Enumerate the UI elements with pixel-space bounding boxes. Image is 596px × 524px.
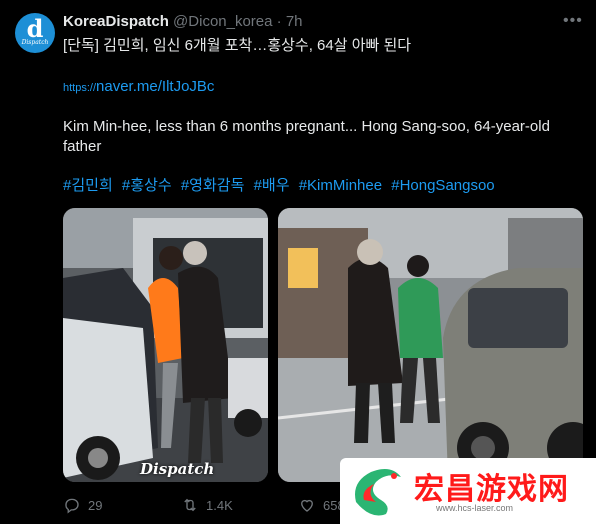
avatar[interactable]: d Dispatch: [15, 13, 55, 53]
link-prefix[interactable]: https://: [63, 82, 96, 94]
headline: [단독] 김민희, 임신 6개월 포착…홍상수, 64살 아빠 된다: [63, 37, 412, 54]
retweet-icon: [184, 498, 196, 512]
retweet-count: 1.4K: [206, 497, 233, 513]
reply-count: 29: [88, 497, 103, 513]
separator-dot: ·: [276, 13, 282, 30]
hashtag[interactable]: #HongSangsoo: [391, 177, 494, 194]
hashtag[interactable]: #배우: [254, 177, 290, 194]
reply-button[interactable]: 29: [63, 496, 102, 514]
hashtag[interactable]: #홍상수: [122, 177, 172, 194]
photo-1-illustration: [63, 208, 268, 482]
reply-icon: [65, 498, 79, 514]
more-dots-icon[interactable]: •••: [563, 12, 583, 30]
site-watermark-banner: 宏昌游戏网 www.hcs-laser.com: [340, 458, 596, 524]
account-handle[interactable]: @Dicon_korea: [173, 13, 272, 30]
hashtag[interactable]: #KimMinhee: [299, 177, 382, 194]
hashtag-list: #김민희 #홍상수 #영화감독 #배우 #KimMinhee #HongSang…: [63, 176, 500, 196]
avatar-letter: d: [26, 14, 44, 43]
account-name[interactable]: KoreaDispatch: [63, 13, 169, 30]
photo-watermark: Dispatch: [140, 460, 215, 478]
english-line-1: Kim Min-hee, less than 6 months pregnant…: [63, 118, 550, 135]
english-line-2: father: [63, 138, 102, 155]
avatar-subtext: Dispatch: [21, 39, 49, 46]
hashtag[interactable]: #김민희: [63, 177, 113, 194]
tweet-photo-1[interactable]: Dispatch: [63, 208, 268, 482]
tweet[interactable]: d Dispatch KoreaDispatch @Dicon_korea · …: [0, 0, 596, 524]
photo-2-illustration: [278, 208, 583, 482]
dragon-logo-icon: [355, 468, 401, 516]
heart-icon: [301, 499, 313, 512]
tweet-link[interactable]: https://naver.me/IltJoJBc: [63, 77, 214, 98]
watermark-url: www.hcs-laser.com: [436, 503, 514, 513]
retweet-button[interactable]: 1.4K: [181, 496, 233, 514]
like-button[interactable]: 658: [298, 496, 345, 514]
watermark-title: 宏昌游戏网: [414, 472, 569, 507]
tweet-photo-2[interactable]: [278, 208, 583, 482]
timestamp[interactable]: 7h: [286, 13, 303, 30]
tweet-header: KoreaDispatch @Dicon_korea · 7h: [63, 13, 303, 30]
hashtag[interactable]: #영화감독: [181, 177, 245, 194]
link-text[interactable]: naver.me/IltJoJBc: [96, 78, 214, 95]
